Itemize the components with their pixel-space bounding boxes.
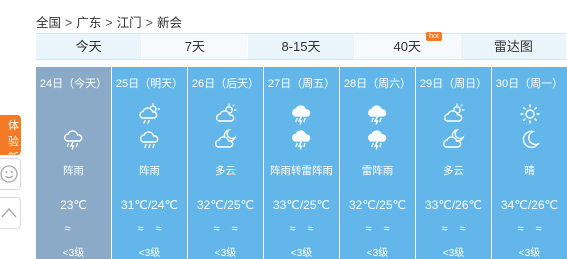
thunder-rain-icon (290, 103, 314, 125)
feedback-button[interactable] (0, 158, 21, 190)
temperature-range: 34℃/26℃ (501, 198, 558, 212)
breadcrumb-item-district: 新会 (156, 16, 182, 30)
wind-direction: ≈ ≈ (340, 223, 415, 235)
back-to-top-button[interactable] (0, 197, 21, 229)
sun-icon (518, 103, 542, 125)
weather-description: 雷阵雨 (361, 165, 394, 177)
wind-direction-icon: ≈ (383, 223, 390, 235)
forecast-date: 24日（今天） (39, 78, 108, 90)
forecast-day[interactable]: 26日（后天） 多云 32℃/25℃ ≈ ≈ <3级 (188, 67, 264, 259)
breadcrumb-separator: > (145, 16, 153, 30)
wind-direction-icon: ≈ (517, 223, 524, 235)
forecast-date: 26日（后天） (191, 78, 260, 90)
temperature-range: 33℃/25℃ (273, 198, 330, 212)
tab-radar[interactable]: 雷达图 (461, 34, 567, 59)
cloud-rain-thunder-icon (62, 128, 86, 150)
wind-level: <3级 (366, 248, 389, 259)
wind-direction-icon: ≈ (155, 223, 162, 235)
thunder-rain-icon (366, 103, 390, 125)
wind-direction-icon: ≈ (137, 223, 144, 235)
weather-description: 多云 (215, 165, 236, 177)
wind-direction-icon: ≈ (459, 223, 466, 235)
wind-direction: ≈ ≈ (492, 223, 567, 235)
breadcrumb: 全国 > 广东 > 江门 > 新会 (36, 12, 182, 31)
weather-description: 阵雨转雷阵雨 (270, 165, 333, 177)
tab-label: 今天 (75, 39, 102, 54)
tab-8-15-days[interactable]: 8-15天 (248, 34, 355, 59)
moon-cloud-icon (442, 128, 466, 150)
wind-level: <3级 (442, 248, 465, 259)
tab-label: 40天 (393, 39, 421, 54)
weather-page: 全国 > 广东 > 江门 > 新会 今天 7天 8-15天 40天 hot 雷达图 24日（今… (0, 0, 567, 259)
wind-direction-icon: ≈ (365, 223, 372, 235)
hot-badge: hot (426, 32, 442, 41)
forecast-tabs: 今天 7天 8-15天 40天 hot 雷达图 (36, 32, 567, 60)
moon-icon (518, 128, 542, 150)
temperature-range: 23℃ (60, 198, 87, 212)
temperature-range: 31℃/24℃ (121, 198, 178, 212)
tab-label: 7天 (184, 39, 205, 54)
tab-today[interactable]: 今天 (36, 34, 143, 59)
wind-level: <3级 (290, 248, 313, 259)
forecast-day[interactable]: 30日（周一）晴 34℃/26℃ ≈ ≈ <3级 (492, 67, 567, 259)
forecast-day[interactable]: 27日（周五） 阵雨转雷阵雨 33℃/25℃ ≈ ≈ <3级 (264, 67, 340, 259)
forecast-date: 30日（周一） (495, 78, 564, 90)
wind-direction-icon: ≈ (64, 223, 71, 235)
wind-direction-icon: ≈ (535, 223, 542, 235)
breadcrumb-item-city[interactable]: 江门 (117, 12, 142, 31)
forecast-date: 25日（明天） (115, 78, 184, 90)
breadcrumb-separator: > (65, 16, 73, 30)
sun-cloud-icon (442, 103, 466, 125)
breadcrumb-item-country[interactable]: 全国 (36, 12, 61, 31)
weather-description: 晴 (524, 165, 535, 177)
wind-direction-icon: ≈ (289, 223, 296, 235)
tab-40-days[interactable]: 40天 hot (354, 32, 461, 59)
forecast-date: 29日（周日） (419, 78, 488, 90)
try-new-version-button[interactable]: 体验 新版 (0, 115, 21, 180)
forecast-day-today[interactable]: 24日（今天） 阵雨 23℃ ≈ <3级 (36, 67, 112, 259)
temperature-range: 32℃/25℃ (197, 198, 254, 212)
breadcrumb-item-province[interactable]: 广东 (76, 12, 101, 31)
wind-direction: ≈ ≈ (416, 223, 491, 235)
forecast-day[interactable]: 25日（明天） 阵雨 31℃/24℃ ≈ ≈ <3级 (112, 67, 188, 259)
chevron-up-icon (1, 207, 17, 218)
forecast-date: 27日（周五） (267, 78, 336, 90)
temperature-range: 33℃/26℃ (425, 198, 482, 212)
moon-cloud-icon (214, 128, 238, 150)
smile-icon (0, 165, 18, 183)
wind-direction-icon: ≈ (231, 223, 238, 235)
tab-7-days[interactable]: 7天 (142, 34, 249, 59)
weather-description: 多云 (443, 165, 464, 177)
wind-direction-icon: ≈ (213, 223, 220, 235)
wind-direction: ≈ ≈ (112, 223, 187, 235)
breadcrumb-separator: > (105, 16, 113, 30)
thunder-rain-icon (366, 128, 390, 150)
wind-direction-icon: ≈ (307, 223, 314, 235)
forecast-date: 28日（周六） (343, 78, 412, 90)
wind-level: <3级 (62, 248, 85, 259)
wind-direction: ≈ ≈ (188, 223, 263, 235)
try-new-version-label: 体验 (8, 120, 19, 148)
wind-level: <3级 (518, 248, 541, 259)
tab-label: 雷达图 (493, 39, 533, 54)
wind-level: <3级 (214, 248, 237, 259)
thunder-rain-icon (290, 128, 314, 150)
wind-direction: ≈ (36, 223, 111, 235)
weather-description: 阵雨 (63, 165, 84, 177)
forecast-day[interactable]: 29日（周日） 多云 33℃/26℃ ≈ ≈ <3级 (416, 67, 492, 259)
tab-label: 8-15天 (281, 39, 321, 54)
wind-direction: ≈ ≈ (264, 223, 339, 235)
wind-level: <3级 (138, 248, 161, 259)
seven-day-forecast: 24日（今天） 阵雨 23℃ ≈ <3级 25日（明天） 阵雨 31℃/24℃ ≈ ≈ <3级 26日… (36, 67, 567, 259)
forecast-day[interactable]: 28日（周六） 雷阵雨 32℃/25℃ ≈ ≈ <3级 (340, 67, 416, 259)
cloud-rain-icon (138, 128, 162, 150)
temperature-range: 32℃/25℃ (349, 198, 406, 212)
wind-direction-icon: ≈ (441, 223, 448, 235)
sun-cloud-rain-icon (138, 103, 162, 125)
sun-cloud-icon (214, 103, 238, 125)
weather-description: 阵雨 (139, 165, 160, 177)
